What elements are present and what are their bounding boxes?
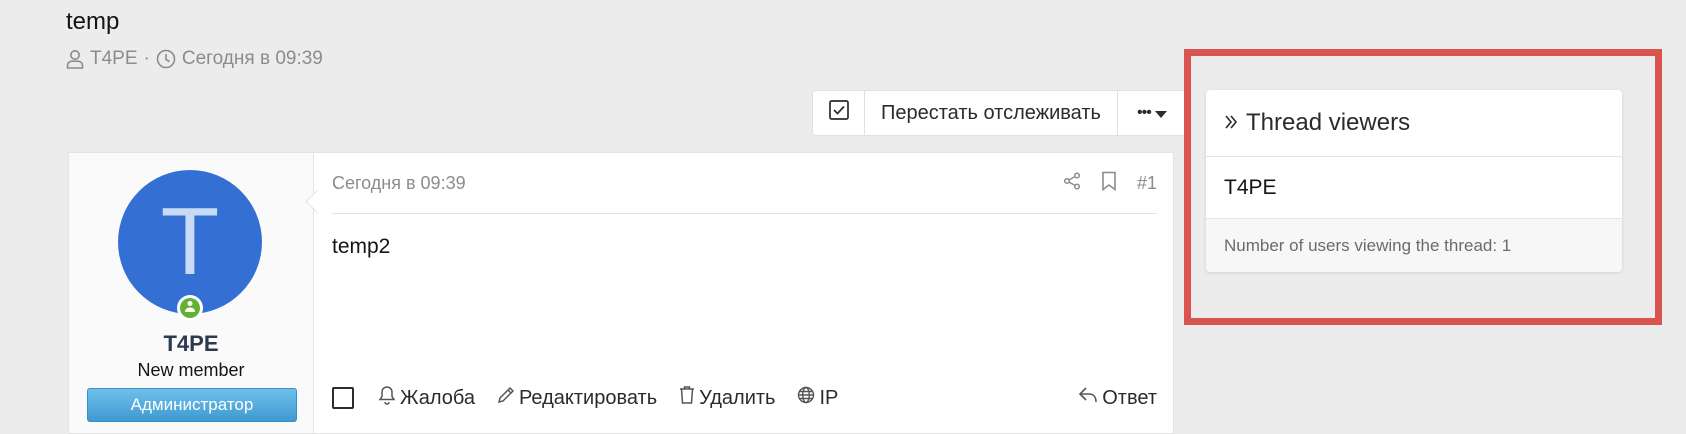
post-divider bbox=[332, 213, 1157, 214]
more-options-button[interactable]: ••• bbox=[1118, 91, 1186, 135]
post-date[interactable]: Сегодня в 09:39 bbox=[332, 173, 466, 194]
avatar[interactable]: T bbox=[118, 170, 262, 314]
meta-separator: · bbox=[143, 48, 150, 69]
globe-icon bbox=[797, 386, 815, 410]
select-post-checkbox[interactable] bbox=[332, 387, 354, 409]
user-banner: Администратор bbox=[87, 388, 297, 422]
post-footer: Жалоба Редактировать Удалить IP Ответ bbox=[332, 385, 1157, 411]
unwatch-button[interactable]: Перестать отслеживать bbox=[865, 91, 1118, 135]
post-number[interactable]: #1 bbox=[1137, 173, 1157, 194]
report-button[interactable]: Жалоба bbox=[378, 385, 475, 411]
reply-label: Ответ bbox=[1102, 386, 1157, 409]
post-body: temp2 bbox=[332, 235, 391, 258]
report-label: Жалоба bbox=[400, 386, 475, 409]
post-top-actions: #1 bbox=[1063, 171, 1157, 196]
delete-label: Удалить bbox=[699, 386, 776, 409]
edit-label: Редактировать bbox=[518, 386, 658, 409]
thread-date[interactable]: Сегодня в 09:39 bbox=[182, 48, 323, 70]
select-thread-button[interactable] bbox=[813, 91, 865, 135]
thread-meta: T4PE · Сегодня в 09:39 bbox=[66, 48, 323, 70]
user-title: New member bbox=[137, 360, 245, 380]
online-status-badge bbox=[177, 295, 203, 321]
bell-icon bbox=[378, 385, 396, 411]
post-user-panel: T T4PE New member Администратор bbox=[69, 153, 330, 433]
reply-button[interactable]: Ответ bbox=[1078, 386, 1157, 410]
bookmark-icon[interactable] bbox=[1101, 171, 1117, 196]
ip-button[interactable]: IP bbox=[797, 386, 838, 410]
user-online-icon bbox=[184, 299, 196, 317]
caret-down-icon bbox=[1154, 102, 1167, 125]
post-username[interactable]: T4PE bbox=[69, 331, 313, 357]
reply-icon bbox=[1078, 386, 1098, 410]
user-icon bbox=[66, 49, 84, 69]
checkbox-checked-icon bbox=[828, 99, 850, 127]
trash-icon bbox=[679, 385, 695, 411]
edit-button[interactable]: Редактировать bbox=[497, 386, 657, 410]
thread-toolbar: Перестать отслеживать ••• bbox=[812, 90, 1187, 136]
thread-author[interactable]: T4PE bbox=[90, 48, 138, 70]
share-icon[interactable] bbox=[1063, 172, 1081, 195]
clock-icon bbox=[156, 49, 176, 69]
thread-title: temp bbox=[66, 8, 120, 35]
post: T T4PE New member Администратор Сегодня … bbox=[68, 152, 1174, 434]
post-main: Сегодня в 09:39 #1 temp2 Жалоба Редактир… bbox=[314, 153, 1173, 433]
highlight-frame bbox=[1184, 49, 1662, 325]
avatar-letter: T bbox=[160, 188, 220, 295]
delete-button[interactable]: Удалить bbox=[679, 385, 775, 411]
pencil-icon bbox=[497, 386, 515, 410]
more-dots-icon: ••• bbox=[1137, 104, 1152, 121]
ip-label: IP bbox=[819, 386, 839, 409]
